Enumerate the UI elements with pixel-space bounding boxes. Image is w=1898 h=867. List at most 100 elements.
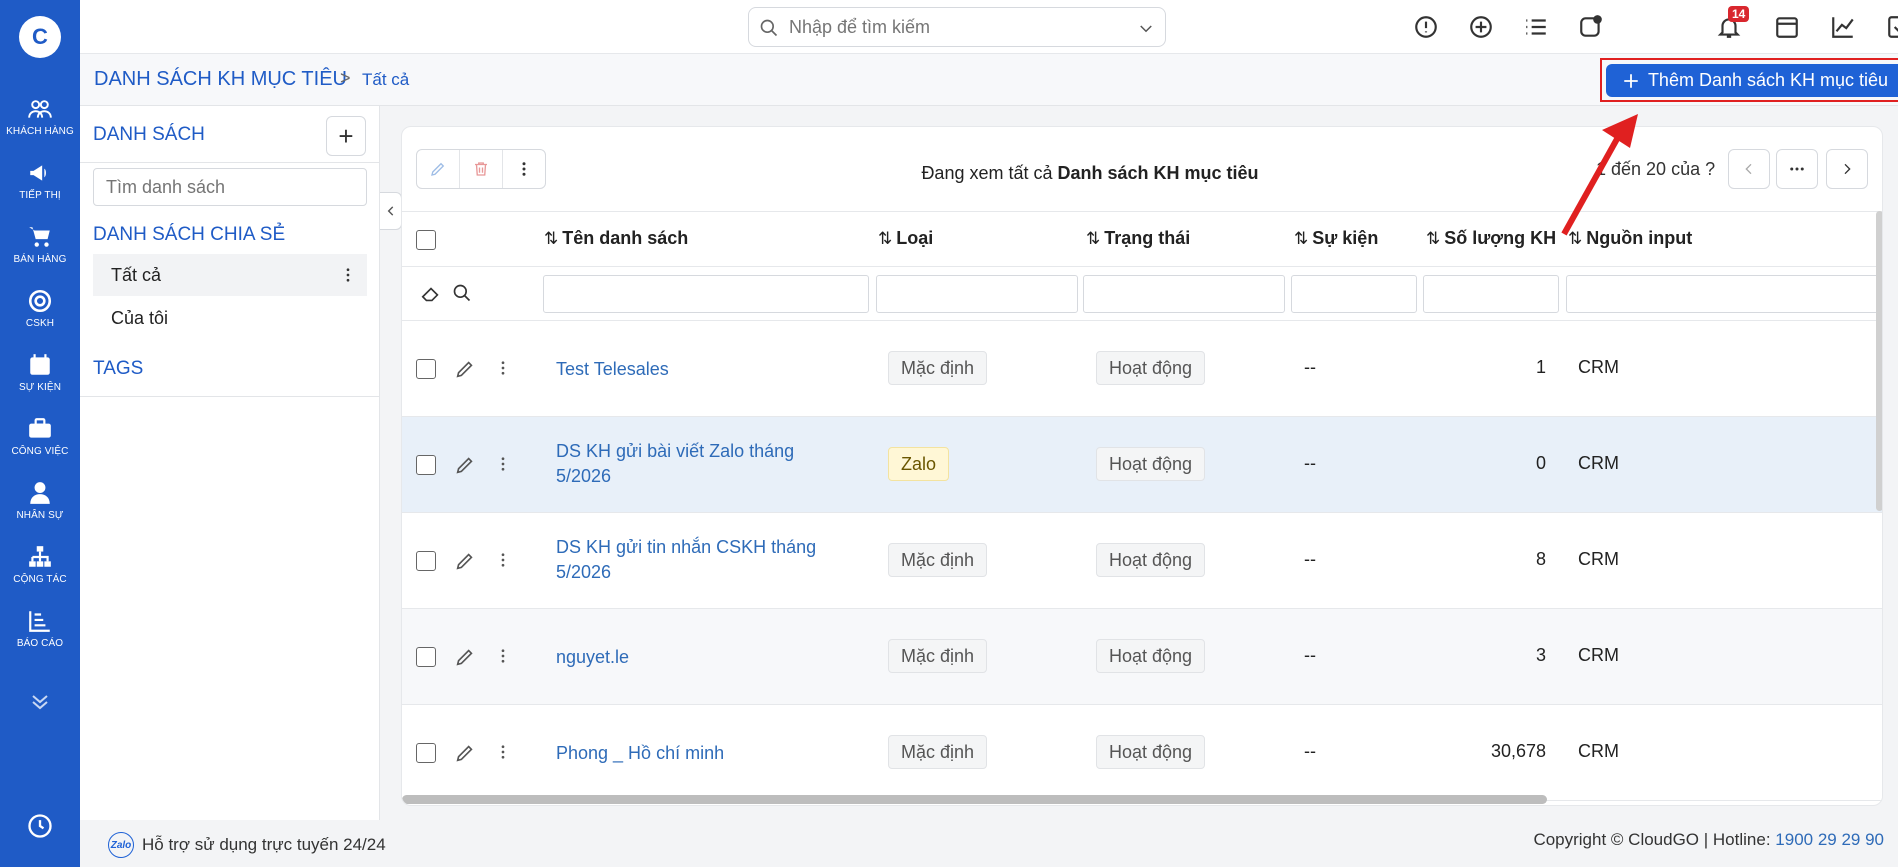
row-checkbox[interactable] — [416, 359, 436, 379]
status-badge: Hoạt động — [1096, 447, 1206, 481]
list-table-card: Đang xem tất cả Danh sách KH mục tiêu 1 … — [401, 126, 1883, 806]
vertical-scrollbar[interactable] — [1876, 211, 1882, 511]
list-name-link[interactable]: Phong _ Hồ chí minh — [556, 741, 826, 766]
pencil-icon[interactable] — [454, 742, 476, 764]
status-badge: Hoạt động — [1096, 543, 1206, 577]
column-status[interactable]: ⇅ Trạng thái — [1086, 228, 1190, 249]
edit-action[interactable] — [417, 150, 460, 188]
filter-source-input[interactable] — [1566, 275, 1882, 313]
nav-item-collab[interactable]: CỘNG TÁC — [0, 534, 80, 594]
left-nav: C KHÁCH HÀNG TIẾP THỊ BÁN HÀNG CSKH SỰ K… — [0, 0, 80, 867]
zalo-icon: Zalo — [108, 832, 134, 858]
add-list-button[interactable]: + — [326, 116, 366, 156]
hotline-label: Hotline: — [1712, 830, 1771, 849]
nav-item-reports[interactable]: BÁO CÁO — [0, 598, 80, 658]
chart-line-icon[interactable] — [1830, 14, 1856, 40]
breadcrumb-current[interactable]: Tất cả — [362, 70, 409, 90]
list-search-input[interactable] — [93, 168, 367, 206]
table-row[interactable]: Test Telesales Mặc định Hoạt động -- 1 C… — [402, 321, 1882, 417]
row-checkbox[interactable] — [416, 647, 436, 667]
chevron-down-icon[interactable] — [1137, 20, 1155, 38]
list-name-link[interactable]: DS KH gửi bài viết Zalo tháng 5/2026 — [556, 439, 826, 489]
chevron-left-icon — [387, 206, 393, 216]
lifebuoy-icon — [28, 289, 52, 312]
kebab-icon[interactable] — [494, 647, 512, 665]
sidebar-item-all[interactable]: Tất cả — [93, 254, 367, 296]
prev-page-button[interactable] — [1728, 149, 1770, 189]
nav-item-events[interactable]: SỰ KIỆN — [0, 342, 80, 402]
pager-more-button[interactable] — [1776, 149, 1818, 189]
task-check-icon[interactable] — [1886, 14, 1898, 40]
org-chart-icon — [29, 545, 51, 567]
table-row[interactable]: nguyet.le Mặc định Hoạt động -- 3 CRM — [402, 609, 1882, 705]
next-page-button[interactable] — [1826, 149, 1868, 189]
filter-name-input[interactable] — [543, 275, 869, 313]
global-search[interactable] — [748, 7, 1166, 47]
column-count[interactable]: ⇅ Số lượng KH — [1426, 228, 1556, 249]
search-input[interactable] — [789, 16, 1119, 38]
kebab-icon — [522, 162, 526, 176]
hotline-number[interactable]: 1900 29 29 90 — [1775, 830, 1884, 849]
expand-more-icon[interactable] — [28, 690, 52, 719]
support-footer[interactable]: Zalo Hỗ trợ sử dụng trực tuyến 24/24 — [108, 832, 386, 858]
page-title[interactable]: DANH SÁCH KH MỤC TIÊU — [94, 68, 347, 91]
event-value: -- — [1304, 453, 1316, 473]
nav-item-marketing[interactable]: TIẾP THỊ — [0, 150, 80, 210]
filter-status-input[interactable] — [1083, 275, 1285, 313]
nav-item-tasks[interactable]: CÔNG VIỆC — [0, 406, 80, 466]
sidebar-item-mine[interactable]: Của tôi — [93, 297, 367, 339]
delete-action[interactable] — [460, 150, 503, 188]
pencil-icon[interactable] — [454, 454, 476, 476]
viewing-prefix: Đang xem tất cả — [921, 163, 1053, 183]
calendar-icon — [30, 353, 50, 375]
column-type[interactable]: ⇅ Loại — [878, 228, 933, 249]
nav-label: SỰ KIỆN — [18, 381, 62, 393]
table-row[interactable]: Phong _ Hồ chí minh Mặc định Hoạt động -… — [402, 705, 1882, 801]
more-action[interactable] — [503, 150, 545, 188]
nav-item-customers[interactable]: KHÁCH HÀNG — [0, 86, 80, 146]
trash-icon — [475, 162, 487, 176]
chat-icon[interactable] — [1578, 14, 1604, 40]
filter-event-input[interactable] — [1291, 275, 1417, 313]
pencil-icon[interactable] — [454, 550, 476, 572]
clock-icon[interactable] — [26, 812, 54, 845]
list-name-link[interactable]: nguyet.le — [556, 645, 826, 670]
kebab-icon[interactable] — [339, 266, 357, 284]
row-checkbox[interactable] — [416, 551, 436, 571]
list-name-link[interactable]: DS KH gửi tin nhắn CSKH tháng 5/2026 — [556, 535, 826, 585]
row-checkbox[interactable] — [416, 743, 436, 763]
source-value: CRM — [1578, 741, 1619, 761]
table-row[interactable]: DS KH gửi tin nhắn CSKH tháng 5/2026 Mặc… — [402, 513, 1882, 609]
table-row[interactable]: DS KH gửi bài viết Zalo tháng 5/2026 Zal… — [402, 417, 1882, 513]
filter-type-input[interactable] — [876, 275, 1078, 313]
column-name[interactable]: ⇅ Tên danh sách — [544, 228, 688, 249]
row-checkbox[interactable] — [416, 455, 436, 475]
notification-badge: 14 — [1728, 6, 1750, 22]
pencil-icon[interactable] — [454, 358, 476, 380]
nav-item-sales[interactable]: BÁN HÀNG — [0, 214, 80, 274]
kebab-icon[interactable] — [494, 359, 512, 377]
collapse-sidebar-button[interactable] — [380, 192, 402, 230]
nav-item-hr[interactable]: NHÂN SỰ — [0, 470, 80, 530]
alert-icon[interactable] — [1413, 14, 1439, 40]
select-all-checkbox[interactable] — [416, 230, 436, 250]
nav-item-cskh[interactable]: CSKH — [0, 278, 80, 338]
horizontal-scrollbar[interactable] — [402, 795, 1547, 804]
add-target-list-button[interactable]: Thêm Danh sách KH mục tiêu — [1606, 64, 1898, 97]
list-name-link[interactable]: Test Telesales — [556, 357, 826, 382]
section-lists: DANH SÁCH — [93, 124, 205, 145]
calendar-top-icon[interactable] — [1774, 14, 1800, 40]
column-event[interactable]: ⇅ Sự kiện — [1294, 228, 1378, 249]
more-horizontal-icon — [1790, 167, 1804, 171]
viewing-caption: Đang xem tất cả Danh sách KH mục tiêu — [850, 163, 1330, 184]
add-circle-icon[interactable] — [1468, 14, 1494, 40]
filter-count-input[interactable] — [1423, 275, 1559, 313]
pencil-icon[interactable] — [454, 646, 476, 668]
kebab-icon[interactable] — [494, 551, 512, 569]
kebab-icon[interactable] — [494, 743, 512, 761]
list-icon[interactable] — [1523, 14, 1549, 40]
eraser-icon[interactable] — [420, 283, 442, 305]
app-logo[interactable]: C — [19, 16, 61, 58]
search-icon[interactable] — [452, 283, 472, 303]
kebab-icon[interactable] — [494, 455, 512, 473]
